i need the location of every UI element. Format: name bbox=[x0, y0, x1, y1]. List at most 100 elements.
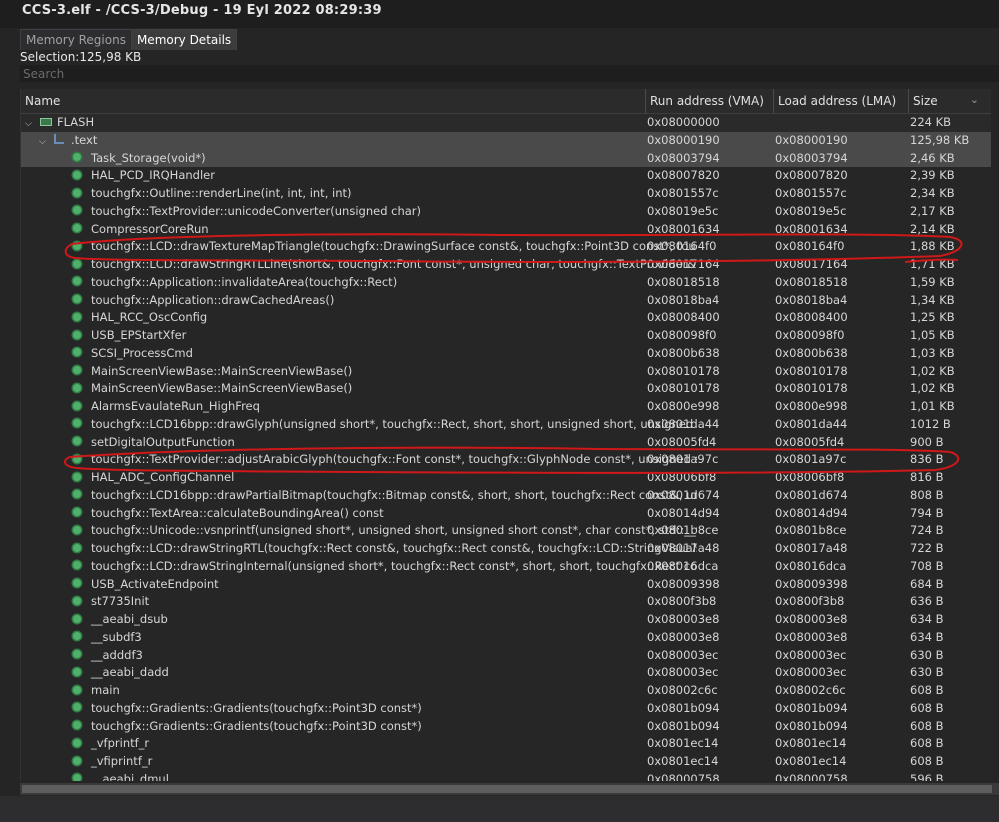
symbol-row[interactable]: _vfiprintf_r 0x0801ec14 0x0801ec14 608 B bbox=[21, 753, 991, 771]
symbol-name: CompressorCoreRun bbox=[91, 221, 209, 236]
function-icon bbox=[73, 490, 81, 499]
symbol-row[interactable]: setDigitalOutputFunction 0x08005fd4 0x0800… bbox=[21, 434, 991, 452]
symbol-row[interactable]: USB_EPStartXfer 0x080098f0 0x080098f0 1,05 … bbox=[21, 327, 991, 345]
symbol-row[interactable]: MainScreenViewBase::MainScreenViewBase()… bbox=[21, 380, 991, 398]
symbol-size: 1,02 KB bbox=[910, 381, 955, 396]
symbol-row[interactable]: __adddf3 0x080003ec 0x080003ec 630 B bbox=[21, 647, 991, 665]
column-header-name[interactable]: Name bbox=[21, 89, 646, 113]
tree-row-flash[interactable]: ⌵ FLASH 0x08000000 224 KB bbox=[21, 114, 991, 132]
function-icon bbox=[73, 703, 81, 712]
symbol-lma: 0x0801da44 bbox=[775, 416, 848, 431]
symbol-row[interactable]: touchgfx::LCD::drawTextureMapTriangle(to… bbox=[21, 238, 991, 256]
function-icon bbox=[73, 170, 81, 179]
tab-memory-details[interactable]: Memory Details bbox=[130, 29, 238, 50]
symbol-row[interactable]: USB_ActivateEndpoint 0x08009398 0x08009398… bbox=[21, 576, 991, 594]
function-icon bbox=[73, 685, 81, 694]
column-header-lma[interactable]: Load address (LMA) bbox=[774, 89, 909, 113]
symbol-vma: 0x08017a48 bbox=[647, 541, 720, 555]
function-icon bbox=[73, 277, 81, 286]
symbol-row[interactable]: SCSI_ProcessCmd 0x0800b638 0x0800b638 1,03 … bbox=[21, 345, 991, 363]
chevron-down-icon[interactable]: ⌵ bbox=[25, 116, 37, 132]
symbol-name: touchgfx::LCD::drawStringRTLLine(short&,… bbox=[91, 257, 697, 271]
table-header: Name Run address (VMA) Load address (LMA… bbox=[21, 89, 991, 114]
function-icon bbox=[73, 295, 81, 303]
symbol-lma: 0x08000758 bbox=[775, 771, 848, 781]
symbol-name-cell: HAL_PCD_IRQHandler bbox=[21, 167, 697, 185]
symbol-name: setDigitalOutputFunction bbox=[91, 434, 235, 449]
symbol-row[interactable]: MainScreenViewBase::MainScreenViewBase()… bbox=[21, 363, 991, 381]
symbol-name-cell: __aeabi_dmul bbox=[21, 771, 697, 781]
symbol-lma: 0x080003e8 bbox=[775, 629, 848, 644]
symbol-lma: 0x0801b8ce bbox=[775, 523, 847, 538]
symbol-row[interactable]: touchgfx::Outline::renderLine(int, int, … bbox=[21, 185, 991, 203]
symbol-name-cell: touchgfx::Application::drawCachedAreas() bbox=[21, 292, 697, 310]
symbol-name-cell: touchgfx::Outline::renderLine(int, int, … bbox=[21, 185, 697, 203]
symbol-row[interactable]: AlarmsEvaulateRun_HighFreq 0x0800e998 0x08… bbox=[21, 398, 991, 416]
symbol-name: MainScreenViewBase::MainScreenViewBase() bbox=[91, 363, 353, 378]
horizontal-scrollbar[interactable] bbox=[20, 783, 999, 795]
symbol-row[interactable]: touchgfx::Application::invalidateArea(to… bbox=[21, 274, 991, 292]
symbol-vma: 0x0801da44 bbox=[647, 416, 720, 431]
symbol-size: 608 B bbox=[910, 736, 944, 751]
function-icon bbox=[73, 366, 81, 374]
symbol-row[interactable]: touchgfx::LCD::drawStringRTL(touchgfx::R… bbox=[21, 540, 991, 558]
symbol-row[interactable]: HAL_ADC_ConfigChannel 0x08006bf8 0x08006bf… bbox=[21, 469, 991, 487]
symbol-row[interactable]: __aeabi_dmul 0x08000758 0x08000758 596 B bbox=[21, 771, 991, 781]
symbol-size: 722 B bbox=[910, 541, 944, 555]
symbol-name-cell: Task_Storage(void*) bbox=[21, 150, 697, 168]
symbol-row[interactable]: touchgfx::LCD16bpp::drawGlyph(unsigned s… bbox=[21, 416, 991, 434]
symbol-row[interactable]: HAL_PCD_IRQHandler 0x08007820 0x08007820 2,… bbox=[21, 167, 991, 185]
text-size: 125,98 KB bbox=[910, 132, 970, 147]
function-icon bbox=[73, 153, 81, 161]
symbol-row[interactable]: touchgfx::Gradients::Gradients(touchgfx:… bbox=[21, 700, 991, 718]
symbol-name: touchgfx::LCD::drawTextureMapTriangle(to… bbox=[91, 239, 697, 254]
symbol-row[interactable]: touchgfx::Application::drawCachedAreas()… bbox=[21, 292, 991, 310]
symbol-row[interactable]: st7735Init 0x0800f3b8 0x0800f3b8 636 B bbox=[21, 593, 991, 611]
symbol-lma: 0x08010178 bbox=[775, 363, 848, 378]
symbol-lma: 0x0801a97c bbox=[775, 452, 847, 467]
symbol-name: __aeabi_dsub bbox=[91, 612, 168, 626]
symbol-name: touchgfx::Unicode::vsnprintf(unsigned sh… bbox=[91, 523, 697, 538]
symbol-vma: 0x0801d674 bbox=[647, 487, 720, 502]
symbol-row[interactable]: _vfprintf_r 0x0801ec14 0x0801ec14 608 B bbox=[21, 735, 991, 753]
scrollbar-thumb[interactable] bbox=[22, 785, 992, 793]
symbol-name-cell: __aeabi_dsub bbox=[21, 611, 697, 629]
symbol-row[interactable]: touchgfx::Gradients::Gradients(touchgfx:… bbox=[21, 718, 991, 736]
column-header-vma[interactable]: Run address (VMA) bbox=[646, 89, 774, 113]
symbol-row[interactable]: touchgfx::LCD::drawStringInternal(unsign… bbox=[21, 558, 991, 576]
symbol-row[interactable]: __subdf3 0x080003e8 0x080003e8 634 B bbox=[21, 629, 991, 647]
symbol-vma: 0x0801ec14 bbox=[647, 754, 719, 768]
tree-row-text-section[interactable]: ⌵ .text 0x08000190 0x08000190 125,98 KB bbox=[21, 131, 991, 150]
symbol-row[interactable]: CompressorCoreRun 0x08001634 0x08001634 2,1… bbox=[21, 221, 991, 239]
symbol-lma: 0x08006bf8 bbox=[775, 470, 845, 484]
symbol-row[interactable]: Task_Storage(void*) 0x08003794 0x08003794 2… bbox=[21, 149, 991, 168]
function-icon bbox=[73, 596, 81, 605]
symbol-name-cell: setDigitalOutputFunction bbox=[21, 434, 697, 452]
symbol-row[interactable]: __aeabi_dadd 0x080003ec 0x080003ec 630 B bbox=[21, 664, 991, 682]
symbol-row[interactable]: touchgfx::LCD16bpp::drawPartialBitmap(to… bbox=[21, 487, 991, 505]
symbol-row[interactable]: HAL_RCC_OscConfig 0x08008400 0x08008400 1,2… bbox=[21, 309, 991, 327]
column-header-size[interactable]: Size ⌄ bbox=[909, 89, 991, 113]
table-body: ⌵ FLASH 0x08000000 224 KB ⌵ .text 0x080001… bbox=[21, 114, 991, 781]
symbol-row[interactable]: main 0x08002c6c 0x08002c6c 608 B bbox=[21, 682, 991, 700]
tab-memory-regions[interactable]: Memory Regions bbox=[20, 29, 132, 50]
symbol-vma: 0x0801a97c bbox=[647, 452, 719, 467]
symbol-row[interactable]: touchgfx::TextProvider::adjustArabicGlyp… bbox=[21, 451, 991, 469]
symbol-row[interactable]: touchgfx::Unicode::vsnprintf(unsigned sh… bbox=[21, 522, 991, 540]
function-icon bbox=[73, 614, 81, 623]
symbol-name-cell: MainScreenViewBase::MainScreenViewBase() bbox=[21, 363, 697, 381]
symbol-size: 1,25 KB bbox=[910, 310, 955, 325]
symbol-row[interactable]: touchgfx::TextArea::calculateBoundingAre… bbox=[21, 505, 991, 523]
search-input[interactable] bbox=[20, 65, 999, 82]
symbol-size: 724 B bbox=[910, 523, 944, 538]
symbol-size: 634 B bbox=[910, 629, 944, 644]
symbol-size: 1,01 KB bbox=[910, 399, 955, 413]
symbol-name-cell: MainScreenViewBase::MainScreenViewBase() bbox=[21, 380, 697, 398]
function-icon bbox=[73, 525, 81, 534]
symbol-row[interactable]: touchgfx::LCD::drawStringRTLLine(short&,… bbox=[21, 256, 991, 274]
symbol-vma: 0x08007820 bbox=[647, 168, 720, 183]
symbol-name: USB_ActivateEndpoint bbox=[91, 576, 219, 591]
symbol-row[interactable]: __aeabi_dsub 0x080003e8 0x080003e8 634 B bbox=[21, 611, 991, 629]
chevron-down-icon[interactable]: ⌵ bbox=[39, 134, 51, 150]
symbol-row[interactable]: touchgfx::TextProvider::unicodeConverter… bbox=[21, 203, 991, 221]
